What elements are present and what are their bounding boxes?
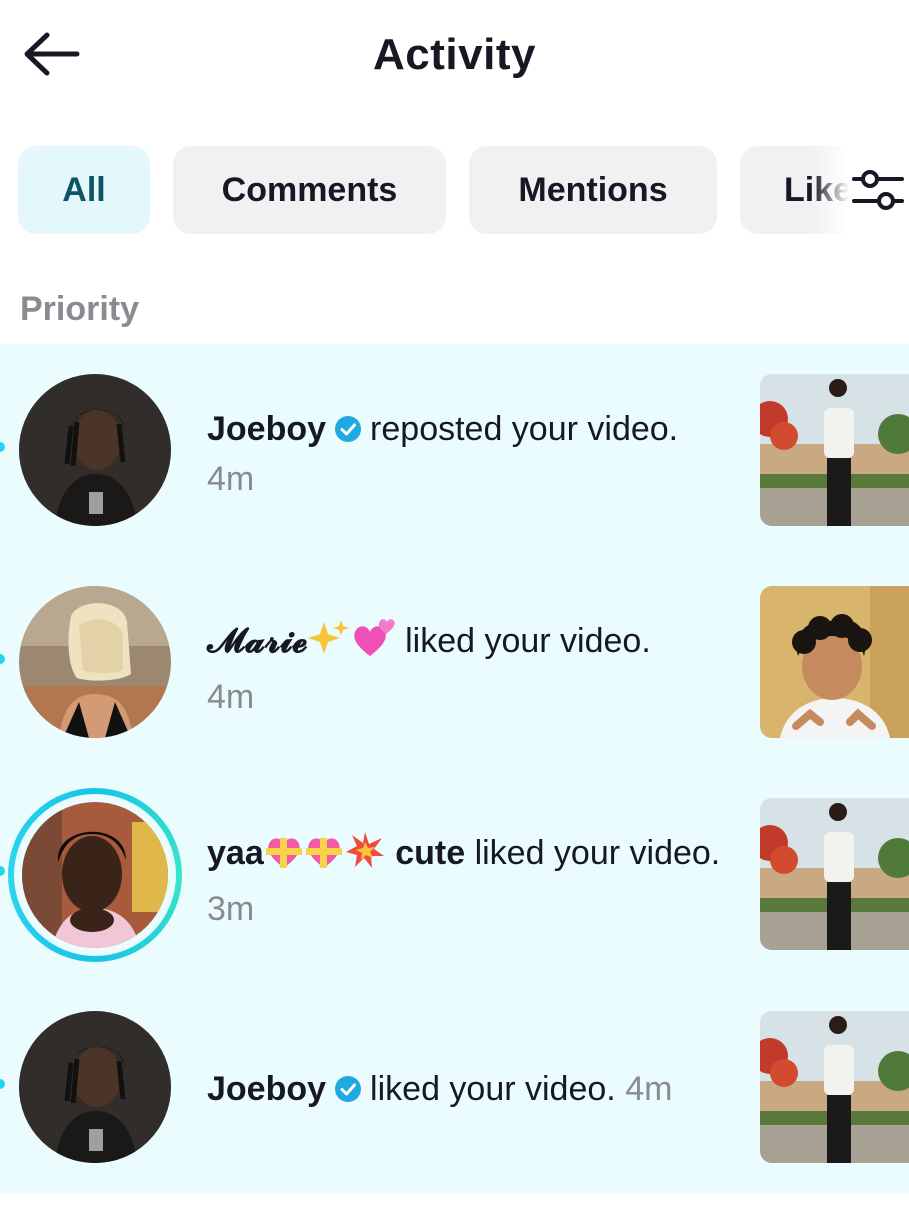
- story-ring-avatar[interactable]: [8, 788, 182, 962]
- username[interactable]: Joeboy: [207, 410, 326, 448]
- filter-tabs: All Comments Mentions Likes: [0, 146, 909, 234]
- heart-with-ribbon-emoji: [264, 832, 304, 884]
- notification-text: 𝓜𝓪𝓻𝓲𝓮 liked your video. 4m: [207, 616, 737, 722]
- two-hearts-emoji: [350, 616, 396, 672]
- avatar[interactable]: [19, 586, 171, 738]
- avatar: [22, 802, 168, 948]
- sparkles-emoji: [307, 618, 350, 672]
- header: Activity: [0, 0, 909, 112]
- avatar[interactable]: [19, 1011, 171, 1163]
- list-item[interactable]: Joeboy reposted your video. 4m: [0, 344, 909, 556]
- verified-badge-icon: [335, 416, 362, 442]
- timestamp: 3m: [207, 890, 255, 928]
- verified-badge-icon: [335, 1076, 362, 1102]
- tab-all[interactable]: All: [18, 146, 150, 234]
- collision-emoji: [344, 830, 386, 884]
- priority-list: Joeboy reposted your video. 4m 𝓜𝓪𝓻𝓲𝓮 lik…: [0, 344, 909, 1194]
- action-text: liked your video.: [370, 1070, 616, 1108]
- unread-dot: [0, 866, 5, 876]
- filter-button[interactable]: [848, 160, 908, 220]
- list-item[interactable]: 𝓜𝓪𝓻𝓲𝓮 liked your video. 4m: [0, 556, 909, 768]
- username[interactable]: yaa cute: [207, 832, 465, 872]
- unread-dot: [0, 442, 5, 452]
- video-thumbnail[interactable]: [760, 798, 909, 950]
- action-text: liked your video.: [405, 622, 651, 660]
- username[interactable]: 𝓜𝓪𝓻𝓲𝓮: [207, 622, 308, 660]
- avatar[interactable]: [19, 374, 171, 526]
- notification-text: Joeboy liked your video. 4m: [207, 1064, 737, 1114]
- timestamp: 4m: [207, 678, 255, 716]
- section-label-priority: Priority: [20, 290, 140, 328]
- notification-text: yaa cute liked your video. 3m: [207, 828, 737, 934]
- list-item[interactable]: Joeboy liked your video. 4m: [0, 981, 909, 1193]
- video-thumbnail[interactable]: [760, 586, 909, 738]
- video-thumbnail[interactable]: [760, 1011, 909, 1163]
- notification-text: Joeboy reposted your video. 4m: [207, 404, 737, 504]
- heart-with-ribbon-emoji: [304, 832, 344, 884]
- timestamp: 4m: [207, 460, 255, 498]
- tab-comments[interactable]: Comments: [173, 146, 446, 234]
- unread-dot: [0, 654, 5, 664]
- list-item[interactable]: yaa cute liked your video. 3m: [0, 768, 909, 980]
- tab-mentions[interactable]: Mentions: [469, 146, 717, 234]
- timestamp: 4m: [625, 1070, 673, 1108]
- video-thumbnail[interactable]: [760, 374, 909, 526]
- action-text: reposted your video.: [370, 410, 679, 448]
- unread-dot: [0, 1079, 5, 1089]
- action-text: liked your video.: [474, 834, 721, 872]
- page-title: Activity: [373, 30, 536, 79]
- sliders-icon: [852, 170, 904, 210]
- username[interactable]: Joeboy: [207, 1070, 326, 1108]
